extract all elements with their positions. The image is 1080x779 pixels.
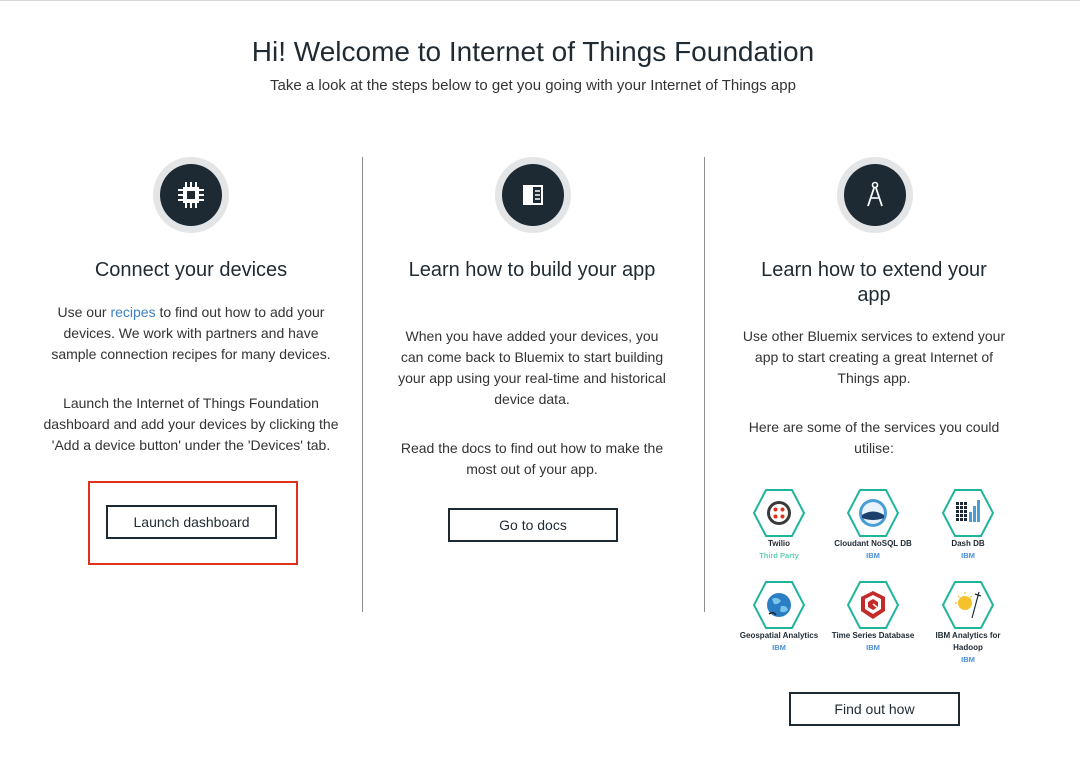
twilio-icon	[752, 489, 806, 537]
hadoop-icon	[941, 581, 995, 629]
service-hadoop[interactable]: IBM Analytics for Hadoop IBM	[920, 580, 1016, 665]
column-divider	[362, 157, 363, 612]
services-intro: Here are some of the services you could …	[748, 419, 1000, 456]
service-cloudant[interactable]: Cloudant NoSQL DB IBM	[825, 488, 921, 561]
docs-description: Read the docs to find out how to make th…	[400, 440, 664, 477]
service-name: Cloudant NoSQL DB	[834, 539, 912, 548]
page-title: Hi! Welcome to Internet of Things Founda…	[251, 36, 815, 67]
service-vendor: IBM	[866, 643, 880, 652]
service-geospatial[interactable]: Geospatial Analytics IBM	[731, 580, 827, 653]
service-name: Twilio	[767, 539, 791, 548]
time-series-icon	[846, 581, 900, 629]
service-vendor: IBM	[866, 551, 880, 560]
build-app-description: When you have added your devices, you ca…	[398, 328, 666, 407]
column-divider	[704, 157, 705, 612]
globe-icon	[752, 581, 806, 629]
service-name: Dash DB	[951, 539, 985, 548]
launch-dashboard-button[interactable]: Launch dashboard	[106, 505, 277, 539]
go-to-docs-button[interactable]: Go to docs	[448, 508, 618, 542]
service-name: Geospatial Analytics	[739, 631, 819, 640]
service-twilio[interactable]: Twilio Third Party	[731, 488, 827, 561]
connect-devices-heading: Connect your devices	[94, 259, 288, 281]
service-name: Time Series Database	[831, 631, 915, 640]
service-vendor: IBM	[772, 643, 786, 652]
service-vendor: IBM	[961, 655, 975, 664]
service-name: IBM Analytics for Hadoop	[935, 631, 1001, 652]
top-border	[0, 0, 1080, 1]
service-vendor: IBM	[961, 551, 975, 560]
book-icon	[495, 157, 571, 233]
compass-icon	[837, 157, 913, 233]
build-app-heading: Learn how to build your app	[408, 259, 656, 281]
cloudant-icon	[846, 489, 900, 537]
launch-dashboard-description: Launch the Internet of Things Foundation…	[43, 395, 339, 453]
connect-devices-description: Use our recipes to find out how to add y…	[51, 304, 331, 362]
service-dashdb[interactable]: Dash DB IBM	[920, 488, 1016, 561]
recipes-link[interactable]: recipes	[110, 304, 155, 320]
page-subtitle: Take a look at the steps below to get yo…	[270, 77, 796, 94]
chip-icon	[153, 157, 229, 233]
service-time-series[interactable]: Time Series Database IBM	[825, 580, 921, 653]
extend-app-description: Use other Bluemix services to extend you…	[742, 328, 1006, 386]
service-vendor: Third Party	[759, 551, 799, 560]
find-out-how-button[interactable]: Find out how	[789, 692, 960, 726]
extend-app-heading: Learn how to extend your app	[761, 259, 987, 306]
dashdb-icon	[941, 489, 995, 537]
